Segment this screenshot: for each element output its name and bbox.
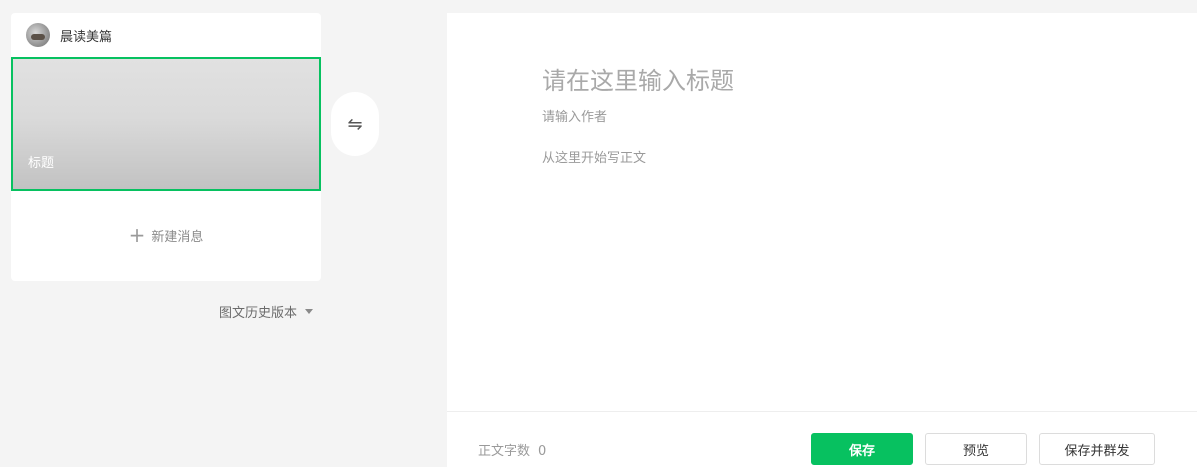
save-and-send-button[interactable]: 保存并群发 [1039,433,1155,465]
account-row: 晨读美篇 [26,23,112,47]
swap-button[interactable]: ⇋ [331,92,379,156]
editor-area: 请在这里输入标题 请输入作者 从这里开始写正文 [447,13,1197,411]
author-input[interactable]: 请输入作者 [542,106,607,125]
account-name: 晨读美篇 [60,29,113,45]
new-message-label: 新建消息 [151,229,204,245]
preview-button[interactable]: 预览 [925,433,1027,465]
plus-icon: + [128,223,146,247]
new-message-button[interactable]: + 新建消息 [11,223,321,247]
swap-icon: ⇋ [347,113,363,135]
bottom-toolbar: 正文字数 0 保存 预览 保存并群发 [447,411,1197,467]
history-version-dropdown[interactable]: 图文历史版本 [219,302,314,321]
history-version-label: 图文历史版本 [219,306,298,321]
caret-down-icon [305,309,314,314]
cover-title: 标题 [28,156,55,171]
body-input[interactable]: 从这里开始写正文 [542,147,646,166]
title-input[interactable]: 请在这里输入标题 [542,61,734,96]
article-cover[interactable]: 标题 [11,57,321,191]
page: 晨读美篇 标题 + 新建消息 图文历史版本 ⇋ 请在这里输入标题 请输入作者 从… [0,0,1197,467]
word-count-value: 0 [538,444,547,459]
word-count: 正文字数 0 [478,440,546,459]
article-list-card: 晨读美篇 标题 + 新建消息 [11,13,321,281]
avatar [26,23,50,47]
save-button[interactable]: 保存 [811,433,913,465]
word-count-label: 正文字数 [478,444,531,459]
